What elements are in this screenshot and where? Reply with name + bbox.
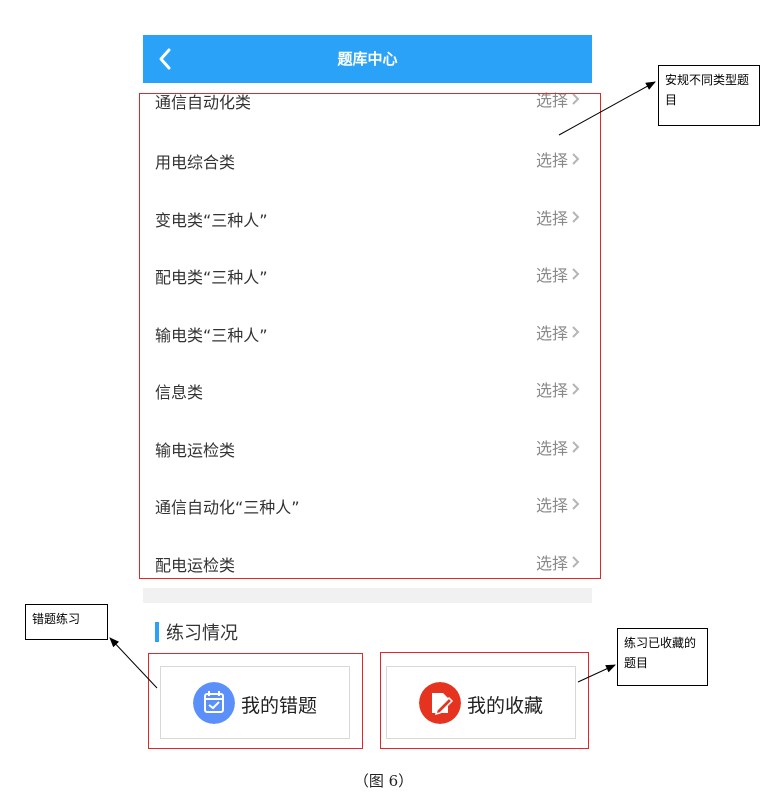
favorites-arrow xyxy=(577,664,616,683)
types-arrow xyxy=(558,81,656,136)
figure-caption: （图 6） xyxy=(353,772,414,790)
annotation-arrows xyxy=(109,81,656,689)
wrong-arrow xyxy=(109,637,158,689)
